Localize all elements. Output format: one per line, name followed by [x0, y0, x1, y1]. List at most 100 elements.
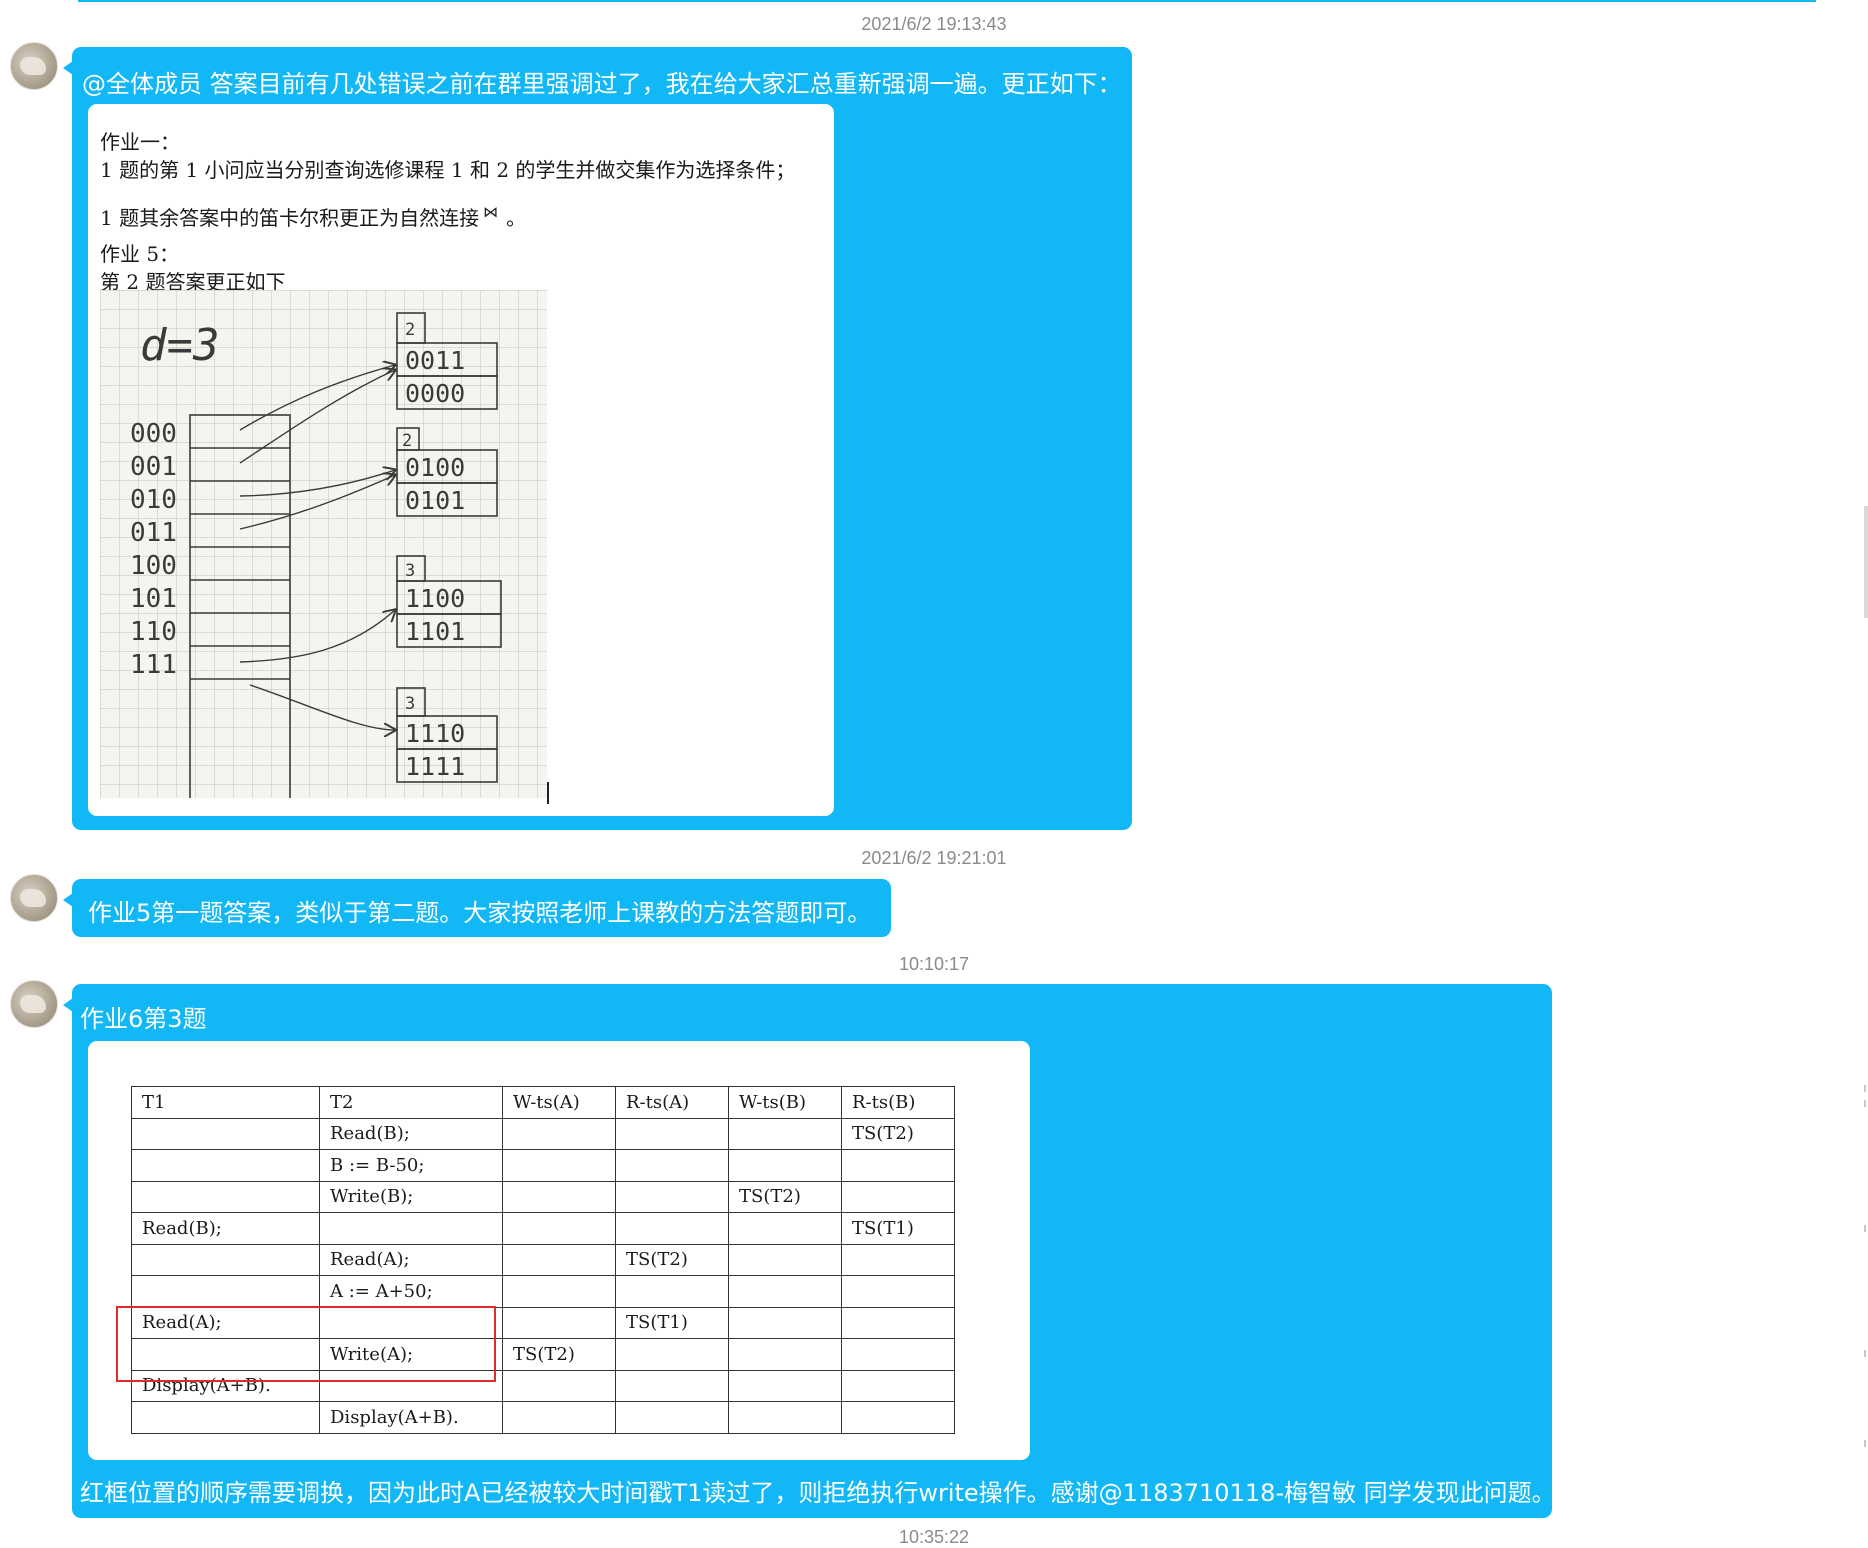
sender-avatar[interactable]: [10, 980, 58, 1028]
directory-entry: 111: [130, 650, 177, 680]
directory-entry: 110: [130, 617, 177, 647]
table-cell: Read(B);: [319, 1117, 503, 1150]
bubble-tail: [63, 61, 73, 75]
table-cell: [728, 1369, 842, 1402]
table-cell: W-ts(B): [728, 1086, 842, 1119]
message-text: 红框位置的顺序需要调换，因为此时A已经被较大时间戳T1读过了，则拒绝执行writ…: [80, 1479, 1556, 1507]
table-cell: [615, 1149, 729, 1182]
directory-entry: 011: [130, 518, 177, 548]
table-cell: [728, 1401, 842, 1434]
doc-period: 。: [506, 206, 527, 230]
text-cursor: [547, 782, 549, 804]
table-cell: TS(T2): [841, 1117, 955, 1150]
bucket-depth: 2: [402, 431, 412, 451]
table-cell: [841, 1243, 955, 1276]
table-cell: [131, 1180, 320, 1213]
table-cell: Write(B);: [319, 1180, 503, 1213]
table-cell: [841, 1180, 955, 1213]
message-timestamp: 2021/6/2 19:13:43: [861, 14, 1007, 34]
table-cell: [841, 1275, 955, 1308]
table-cell: Display(A+B).: [319, 1401, 503, 1434]
message-timestamp: 10:10:17: [898, 954, 970, 974]
table-cell: [615, 1401, 729, 1434]
bucket-entry: 1100: [405, 584, 465, 613]
scroll-marker: [1864, 1225, 1866, 1232]
table-cell: TS(T1): [615, 1306, 729, 1339]
table-cell: [615, 1338, 729, 1371]
table-cell: [131, 1401, 320, 1434]
table-cell: [502, 1275, 616, 1308]
bucket-entry: 1111: [405, 752, 465, 781]
message-bubble[interactable]: 作业6第3题 T1 T2 W-ts(A) R-ts(A) W-ts(B) R-ts(B) R…: [63, 984, 1556, 1518]
table-cell: [502, 1212, 616, 1245]
directory-entry: 001: [130, 452, 177, 482]
natural-join-icon: ⋈: [483, 203, 499, 222]
table-cell: [502, 1306, 616, 1339]
table-cell: [502, 1149, 616, 1182]
diagram-drawing: d=3 000 001 010 011 100 101 110 111 2 2 …: [130, 312, 502, 810]
table-cell: [728, 1117, 842, 1150]
message-title: 作业6第3题: [80, 1005, 207, 1033]
message-bubble[interactable]: 作业5第一题答案，类似于第二题。大家按照老师上课教的方法答题即可。: [63, 879, 891, 937]
table-cell: [728, 1275, 842, 1308]
table-cell: [615, 1212, 729, 1245]
table-cell: [502, 1401, 616, 1434]
table-cell: [615, 1369, 729, 1402]
table-cell: [131, 1149, 320, 1182]
directory-entry: 010: [130, 485, 177, 515]
bucket-entry: 1101: [405, 617, 465, 646]
table-row: Display(A+B).: [131, 1401, 955, 1434]
scroll-marker: [1864, 1440, 1866, 1447]
bubble-tail: [63, 893, 73, 907]
directory-entry: 100: [130, 551, 177, 581]
embedded-table-image[interactable]: T1 T2 W-ts(A) R-ts(A) W-ts(B) R-ts(B) Read(B);…: [88, 1041, 1030, 1460]
bucket-entry: 1110: [405, 719, 465, 748]
table-row: Read(B); TS(T1): [131, 1212, 955, 1245]
table-cell: [615, 1117, 729, 1150]
table-cell: [502, 1180, 616, 1213]
directory-entry: 000: [130, 419, 177, 449]
table-cell: [841, 1401, 955, 1434]
table-cell: [841, 1306, 955, 1339]
table-cell: [728, 1212, 842, 1245]
message-bubble[interactable]: @全体成员 答案目前有几处错误之前在群里强调过了，我在给大家汇总重新强调一遍。更…: [63, 47, 1132, 830]
table-cell: [728, 1149, 842, 1182]
table-cell: [502, 1243, 616, 1276]
bucket-depth: 3: [405, 561, 415, 581]
directory-entry: 101: [130, 584, 177, 614]
table-row: Write(B); TS(T2): [131, 1180, 955, 1213]
table-cell: Read(A);: [319, 1243, 503, 1276]
table-cell: [615, 1275, 729, 1308]
embedded-document[interactable]: 作业一： 1 题的第 1 小问应当分别查询选修课程 1 和 2 的学生并做交集作…: [88, 104, 834, 816]
sender-avatar[interactable]: [10, 42, 58, 90]
table-cell: R-ts(B): [841, 1086, 955, 1119]
table-cell: B := B-50;: [319, 1149, 503, 1182]
message-text: 作业5第一题答案，类似于第二题。大家按照老师上课教的方法答题即可。: [88, 899, 872, 927]
table-cell: [131, 1275, 320, 1308]
bubble-tail: [63, 998, 73, 1012]
table-cell: W-ts(A): [502, 1086, 616, 1119]
scroll-marker: [1864, 1350, 1866, 1357]
scrollbar-thumb[interactable]: [1864, 506, 1868, 618]
doc-correction-2-text: 1 题其余答案中的笛卡尔积更正为自然连接: [100, 206, 480, 230]
table-cell: [728, 1338, 842, 1371]
doc-heading-hw1: 作业一：: [100, 130, 180, 154]
table-cell: [615, 1180, 729, 1213]
table-cell: [131, 1243, 320, 1276]
table-cell: [841, 1338, 955, 1371]
table-row: Read(A); TS(T2): [131, 1243, 955, 1276]
scroll-marker: [1864, 1100, 1866, 1107]
sender-avatar[interactable]: [10, 874, 58, 922]
table-row: B := B-50;: [131, 1149, 955, 1182]
table-cell: TS(T2): [728, 1180, 842, 1213]
message-text: @全体成员 答案目前有几处错误之前在群里强调过了，我在给大家汇总重新强调一遍。更…: [82, 70, 1122, 98]
handwritten-hash-diagram: d=3 000 001 010 011 100 101 110 111 2 2 …: [100, 290, 547, 810]
table-cell: [319, 1212, 503, 1245]
global-depth-label: d=3: [140, 320, 219, 371]
table-cell: [728, 1306, 842, 1339]
doc-heading-hw5: 作业 5：: [100, 242, 180, 266]
table-cell: T2: [319, 1086, 503, 1119]
bucket-depth: 3: [405, 694, 415, 714]
bucket-entry: 0101: [405, 486, 465, 515]
highlight-box: [116, 1306, 496, 1382]
